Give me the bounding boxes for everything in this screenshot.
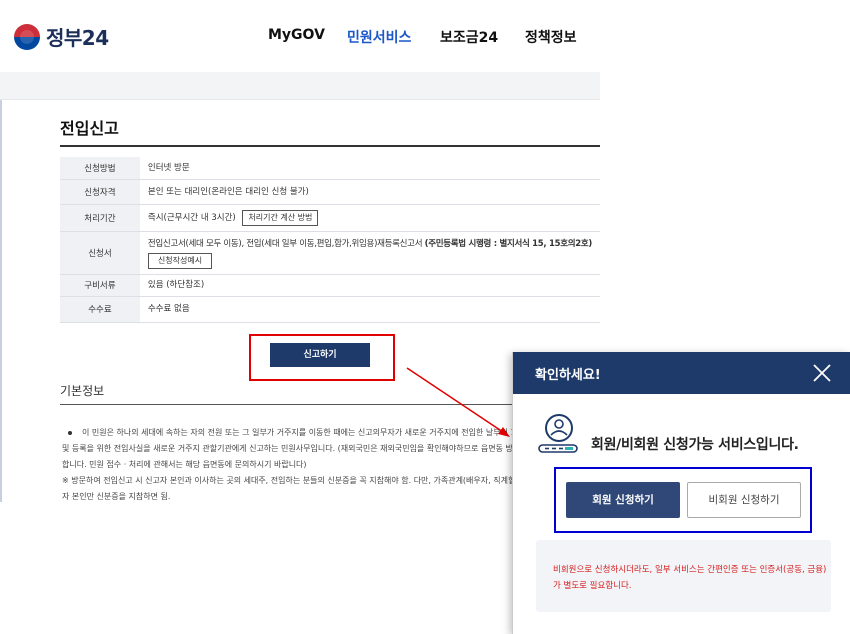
notice-text: 비회원으로 신청하시더라도, 일부 서비스는 간편인증 또는 인증서(공동, 금… — [553, 565, 827, 575]
modal-message: 회원/비회원 신청가능 서비스입니다. — [591, 437, 799, 453]
notice-text: 가 별도로 필요합니다. — [553, 581, 632, 591]
confirm-modal: 확인하세요! 회원/비회원 신청가능 서비스입니다. 회원 신청하기 비회원 신… — [512, 352, 850, 634]
close-icon[interactable] — [811, 362, 833, 384]
guest-apply-button[interactable]: 비회원 신청하기 — [687, 482, 801, 518]
modal-title: 확인하세요! — [535, 368, 601, 383]
modal-header: 확인하세요! — [513, 352, 850, 394]
member-id-icon — [538, 414, 578, 453]
guest-notice-box: 비회원으로 신청하시더라도, 일부 서비스는 간편인증 또는 인증서(공동, 금… — [536, 540, 831, 612]
member-apply-button[interactable]: 회원 신청하기 — [566, 482, 680, 518]
